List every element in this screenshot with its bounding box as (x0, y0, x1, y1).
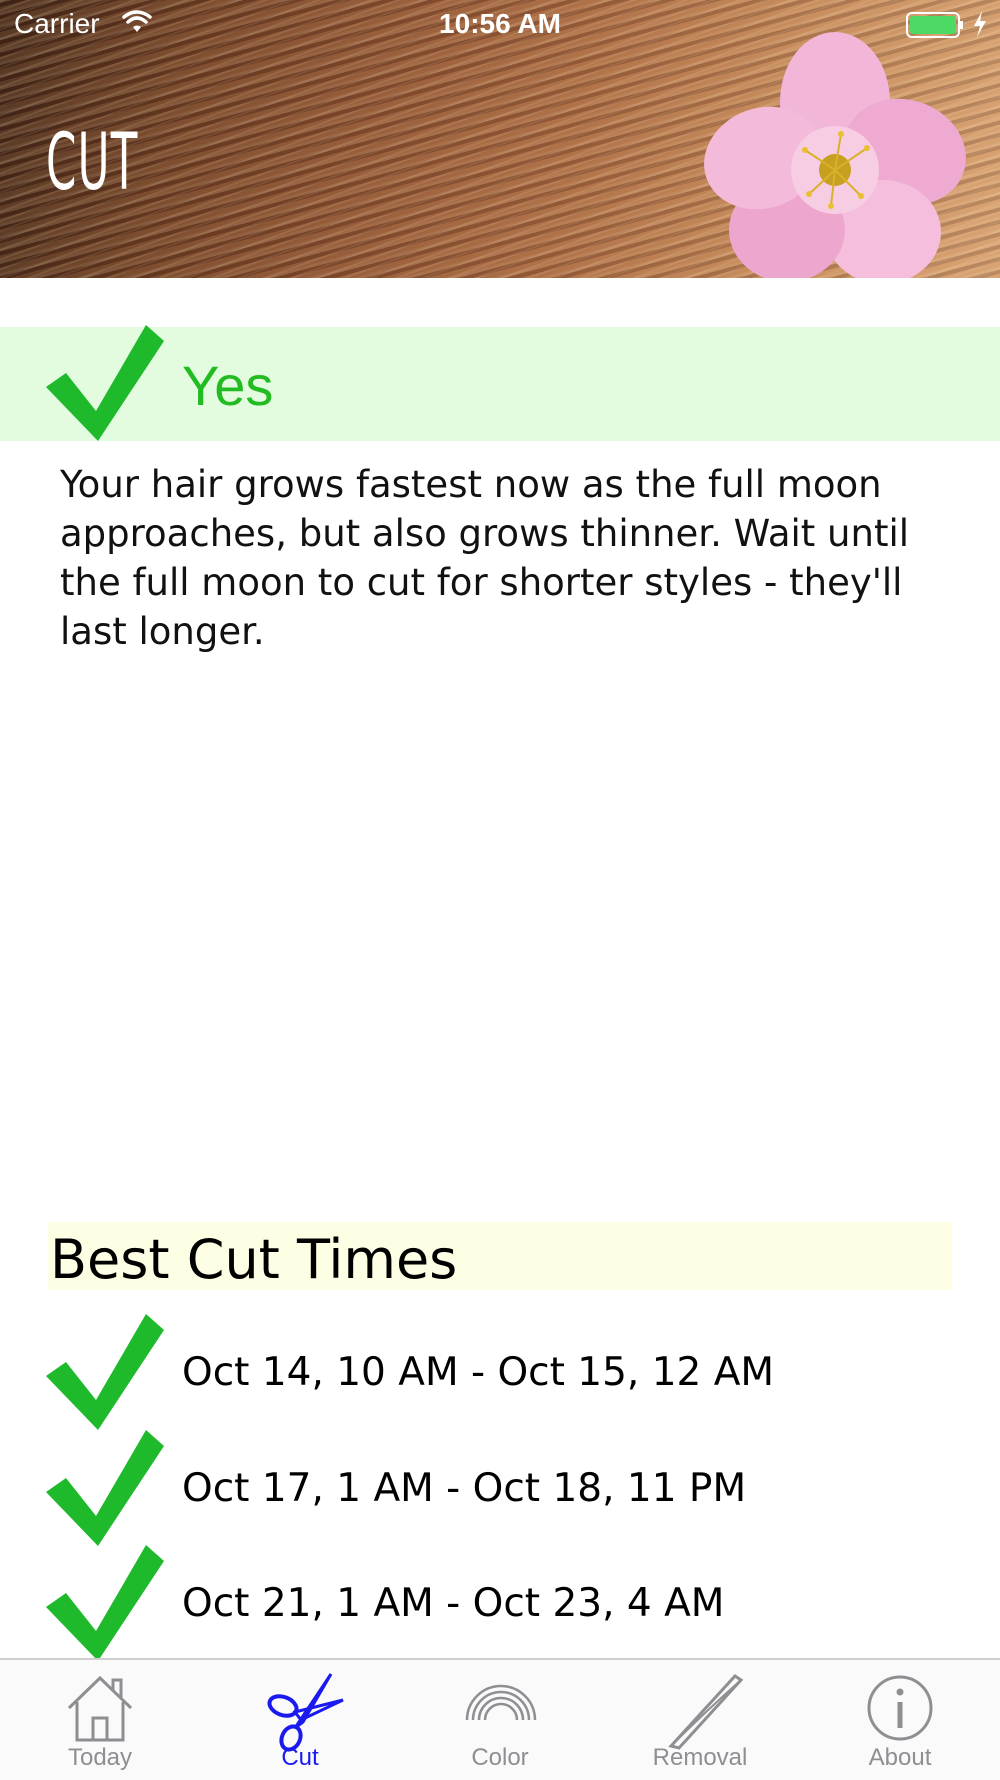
time-row: Oct 17, 1 AM - Oct 18, 11 PM (46, 1430, 946, 1546)
tab-label: Today (67, 1744, 133, 1771)
best-times-header: Best Cut Times (48, 1222, 952, 1291)
page-title: CUT (46, 118, 139, 208)
time-row: Oct 14, 10 AM - Oct 15, 12 AM (46, 1314, 946, 1430)
scissors-icon (267, 1673, 344, 1752)
rainbow-icon (465, 1684, 537, 1721)
tab-today[interactable]: Today (0, 1660, 200, 1780)
verdict-banner: Yes (0, 325, 1000, 441)
best-times-title: Best Cut Times (50, 1228, 458, 1291)
checkmark-icon (46, 325, 164, 441)
advice-text: Your hair grows fastest now as the full … (60, 463, 910, 653)
tab-cut[interactable]: Cut (200, 1660, 400, 1780)
tweezers-icon (668, 1674, 744, 1750)
header-banner: Carrier 10:56 AM CUT (0, 0, 1000, 278)
checkmark-icon (46, 1314, 164, 1430)
tab-label: Removal (652, 1744, 748, 1771)
tab-color[interactable]: Color (400, 1660, 600, 1780)
time-range-label: Oct 21, 1 AM - Oct 23, 4 AM (182, 1581, 725, 1626)
time-row: Oct 21, 1 AM - Oct 23, 4 AM (46, 1545, 946, 1661)
tab-label: About (868, 1744, 932, 1771)
time-range-label: Oct 17, 1 AM - Oct 18, 11 PM (182, 1466, 747, 1511)
info-icon (867, 1675, 933, 1741)
tab-label: Cut (281, 1744, 319, 1771)
checkmark-icon (46, 1430, 164, 1546)
tab-about[interactable]: About (800, 1660, 1000, 1780)
time-range-label: Oct 14, 10 AM - Oct 15, 12 AM (182, 1350, 775, 1395)
checkmark-icon (46, 1545, 164, 1661)
tab-label: Color (471, 1744, 529, 1771)
verdict-label: Yes (182, 354, 274, 417)
flower-icon (704, 32, 966, 278)
tab-removal[interactable]: Removal (600, 1660, 800, 1780)
tab-bar: Today Cut Color Removal About (0, 1658, 1000, 1780)
house-icon (67, 1675, 133, 1742)
